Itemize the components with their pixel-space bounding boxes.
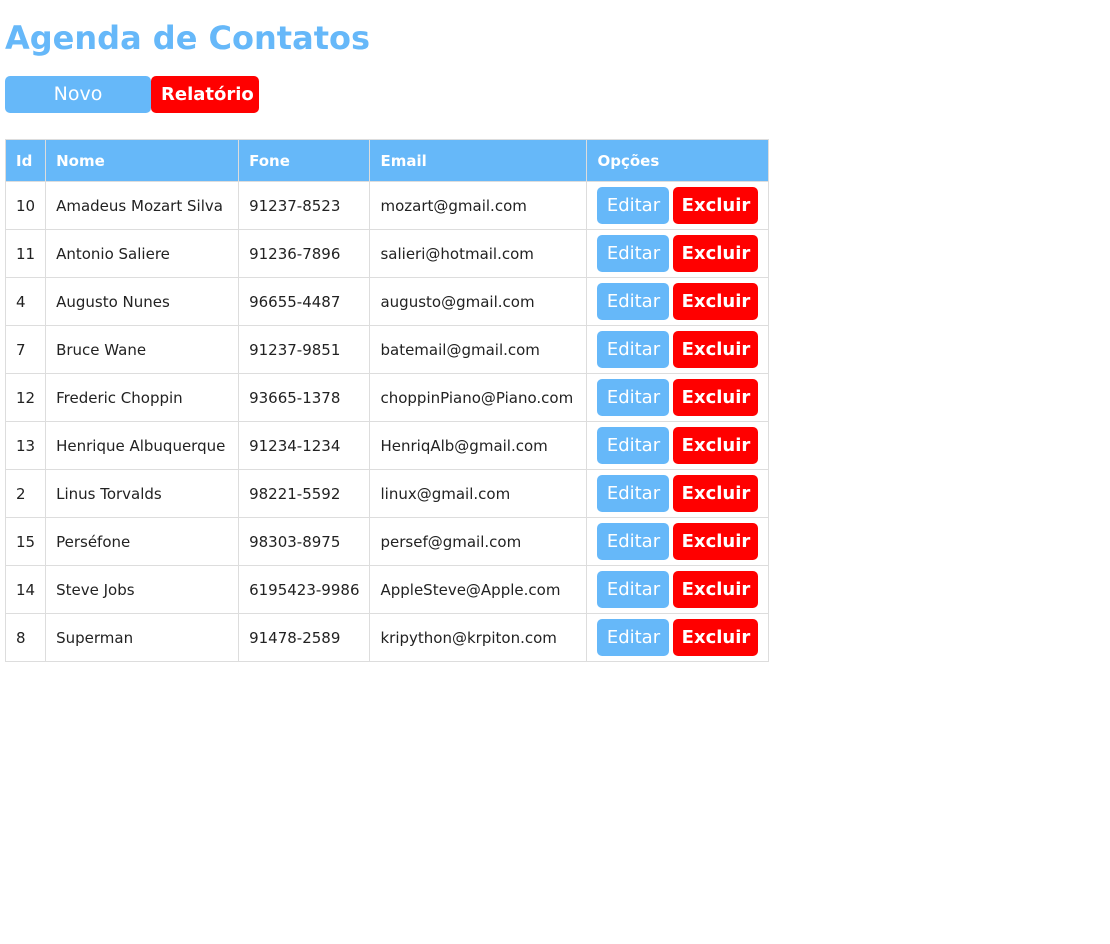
cell-fone: 93665-1378: [238, 373, 371, 422]
cell-email: HenriqAlb@gmail.com: [369, 421, 588, 470]
cell-id: 10: [4, 181, 47, 230]
edit-button[interactable]: Editar: [597, 235, 670, 272]
table-row: 7 Bruce Wane 91237-9851 batemail@gmail.com E…: [4, 325, 770, 374]
header-opcoes: Opções: [586, 139, 770, 182]
delete-button[interactable]: Excluir: [673, 283, 759, 320]
cell-nome: Superman: [45, 613, 240, 662]
cell-email: mozart@gmail.com: [369, 181, 588, 230]
delete-button[interactable]: Excluir: [673, 331, 759, 368]
cell-fone: 91237-8523: [238, 181, 371, 230]
table-row: 14 Steve Jobs 6195423-9986 AppleSteve@Apple…: [4, 565, 770, 614]
edit-button[interactable]: Editar: [597, 331, 670, 368]
cell-opcoes: Editar Excluir: [586, 517, 770, 566]
page-title: Agenda de Contatos: [5, 19, 371, 57]
edit-button[interactable]: Editar: [597, 379, 670, 416]
cell-nome: Augusto Nunes: [45, 277, 240, 326]
cell-fone: 91234-1234: [238, 421, 371, 470]
cell-opcoes: Editar Excluir: [586, 613, 770, 662]
cell-opcoes: Editar Excluir: [586, 325, 770, 374]
cell-nome: Bruce Wane: [45, 325, 240, 374]
header-fone: Fone: [238, 139, 371, 182]
delete-button[interactable]: Excluir: [673, 187, 759, 224]
cell-fone: 98221-5592: [238, 469, 371, 518]
cell-nome: Amadeus Mozart Silva: [45, 181, 240, 230]
cell-opcoes: Editar Excluir: [586, 421, 770, 470]
cell-id: 8: [4, 613, 47, 662]
table-row: 11 Antonio Saliere 91236-7896 salieri@hotma…: [4, 229, 770, 278]
table-row: 12 Frederic Choppin 93665-1378 choppinPiano…: [4, 373, 770, 422]
delete-button[interactable]: Excluir: [673, 379, 759, 416]
cell-id: 4: [4, 277, 47, 326]
table-row: 10 Amadeus Mozart Silva 91237-8523 mozart@g…: [4, 181, 770, 230]
contacts-table: Id Nome Fone Email Opções 10 Amadeus Moza…: [4, 139, 770, 662]
cell-opcoes: Editar Excluir: [586, 373, 770, 422]
delete-button[interactable]: Excluir: [673, 235, 759, 272]
cell-email: kripython@krpiton.com: [369, 613, 588, 662]
cell-email: augusto@gmail.com: [369, 277, 588, 326]
edit-button[interactable]: Editar: [597, 571, 670, 608]
cell-opcoes: Editar Excluir: [586, 277, 770, 326]
edit-button[interactable]: Editar: [597, 283, 670, 320]
cell-opcoes: Editar Excluir: [586, 565, 770, 614]
edit-button[interactable]: Editar: [597, 427, 670, 464]
cell-opcoes: Editar Excluir: [586, 181, 770, 230]
cell-fone: 91478-2589: [238, 613, 371, 662]
cell-email: AppleSteve@Apple.com: [369, 565, 588, 614]
header-id: Id: [4, 139, 47, 182]
edit-button[interactable]: Editar: [597, 619, 670, 656]
cell-nome: Henrique Albuquerque: [45, 421, 240, 470]
cell-email: batemail@gmail.com: [369, 325, 588, 374]
cell-id: 7: [4, 325, 47, 374]
cell-nome: Perséfone: [45, 517, 240, 566]
table-row: 15 Perséfone 98303-8975 persef@gmail.com Edi…: [4, 517, 770, 566]
table-row: 2 Linus Torvalds 98221-5592 linux@gmail.com…: [4, 469, 770, 518]
table-row: 8 Superman 91478-2589 kripython@krpiton.com…: [4, 613, 770, 662]
delete-button[interactable]: Excluir: [673, 475, 759, 512]
cell-id: 11: [4, 229, 47, 278]
delete-button[interactable]: Excluir: [673, 619, 759, 656]
edit-button[interactable]: Editar: [597, 523, 670, 560]
header-email: Email: [369, 139, 588, 182]
page: Agenda de Contatos Novo contato Relatóri…: [0, 0, 1110, 662]
cell-id: 14: [4, 565, 47, 614]
delete-button[interactable]: Excluir: [673, 523, 759, 560]
cell-fone: 98303-8975: [238, 517, 371, 566]
cell-nome: Steve Jobs: [45, 565, 240, 614]
delete-button[interactable]: Excluir: [673, 427, 759, 464]
report-button[interactable]: Relatório: [151, 76, 259, 113]
table-row: 4 Augusto Nunes 96655-4487 augusto@gmail.co…: [4, 277, 770, 326]
cell-id: 15: [4, 517, 47, 566]
cell-fone: 91236-7896: [238, 229, 371, 278]
cell-nome: Antonio Saliere: [45, 229, 240, 278]
cell-email: persef@gmail.com: [369, 517, 588, 566]
cell-opcoes: Editar Excluir: [586, 229, 770, 278]
cell-nome: Linus Torvalds: [45, 469, 240, 518]
action-bar: Novo contato Relatório: [5, 76, 1110, 142]
table-row: 13 Henrique Albuquerque 91234-1234 HenriqAl…: [4, 421, 770, 470]
edit-button[interactable]: Editar: [597, 187, 670, 224]
cell-id: 13: [4, 421, 47, 470]
delete-button[interactable]: Excluir: [673, 571, 759, 608]
cell-opcoes: Editar Excluir: [586, 469, 770, 518]
cell-email: linux@gmail.com: [369, 469, 588, 518]
cell-email: choppinPiano@Piano.com: [369, 373, 588, 422]
new-contact-button[interactable]: Novo contato: [5, 76, 151, 142]
table-header-row: Id Nome Fone Email Opções: [4, 139, 770, 182]
table-body: 10 Amadeus Mozart Silva 91237-8523 mozart@g…: [4, 181, 770, 662]
cell-fone: 96655-4487: [238, 277, 371, 326]
cell-fone: 91237-9851: [238, 325, 371, 374]
cell-nome: Frederic Choppin: [45, 373, 240, 422]
cell-id: 12: [4, 373, 47, 422]
edit-button[interactable]: Editar: [597, 475, 670, 512]
cell-id: 2: [4, 469, 47, 518]
cell-email: salieri@hotmail.com: [369, 229, 588, 278]
cell-fone: 6195423-9986: [238, 565, 371, 614]
